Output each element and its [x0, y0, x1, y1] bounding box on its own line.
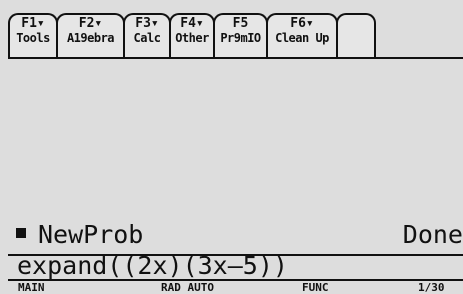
- tool-f2-algebra[interactable]: F2▾ A19ebra: [56, 13, 125, 59]
- tool-f6-label: Clean Up: [275, 31, 329, 45]
- tool-f5-prgmio[interactable]: F5 Pr9mIO: [213, 13, 268, 59]
- history-entry[interactable]: NewProb Done: [16, 218, 463, 254]
- tool-f3-calc[interactable]: F3▾ Calc: [123, 13, 171, 59]
- status-graph-mode: FUNC: [302, 281, 329, 294]
- status-bar: MAIN RAD AUTO FUNC 1/30: [18, 282, 463, 294]
- status-angle-mode: RAD AUTO: [161, 281, 214, 294]
- history-input: NewProb: [38, 220, 144, 249]
- history-result: Done: [402, 220, 463, 249]
- toolbar: F1▾ Tools F2▾ A19ebra F3▾ Calc F4▾ Other…: [8, 13, 463, 59]
- tool-f2-label: A19ebra: [66, 31, 115, 45]
- tool-f6-cleanup[interactable]: F6▾ Clean Up: [266, 13, 338, 59]
- tool-f5-label: Pr9mIO: [220, 31, 261, 45]
- status-divider: [8, 279, 463, 281]
- tool-f3-key: F3▾: [135, 16, 159, 31]
- toolbar-divider: [8, 57, 463, 59]
- tool-f4-other[interactable]: F4▾ Other: [169, 13, 215, 59]
- tool-f6-key: F6▾: [290, 16, 314, 31]
- entry-bullet-icon: [16, 228, 26, 238]
- tool-f2-key: F2▾: [78, 16, 103, 31]
- calculator-screen: F1▾ Tools F2▾ A19ebra F3▾ Calc F4▾ Other…: [0, 0, 463, 294]
- status-history-count: 1/30: [418, 281, 445, 294]
- tool-f5-key: F5: [232, 16, 249, 31]
- status-folder: MAIN: [18, 281, 45, 294]
- tool-f3-label: Calc: [133, 31, 161, 45]
- entry-line-input[interactable]: expand((2x)(3x–5)): [17, 253, 463, 278]
- tool-f4-key: F4▾: [180, 16, 204, 31]
- tool-f7-empty[interactable]: [336, 13, 376, 59]
- tool-f1-key: F1▾: [21, 16, 45, 31]
- tool-f1-label: Tools: [16, 31, 50, 45]
- tool-f4-label: Other: [175, 31, 209, 45]
- tool-f1-tools[interactable]: F1▾ Tools: [8, 13, 58, 59]
